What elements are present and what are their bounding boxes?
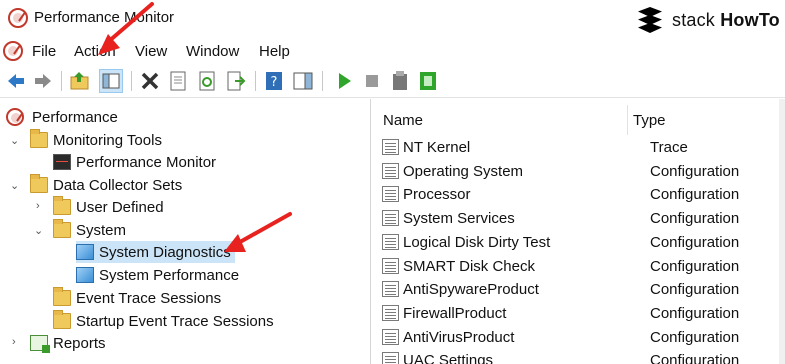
monitor-icon bbox=[53, 154, 71, 170]
tree-item-label: Startup Event Trace Sessions bbox=[76, 312, 274, 330]
list-item[interactable]: NT Kernel Trace bbox=[382, 136, 782, 158]
stop-icon[interactable] bbox=[360, 69, 384, 93]
brand-suffix: HowTo bbox=[720, 9, 780, 30]
tree-item-startup-event-trace-sessions[interactable]: Startup Event Trace Sessions bbox=[53, 310, 274, 332]
tree-item-label: User Defined bbox=[76, 198, 164, 216]
system-folder-icon bbox=[53, 219, 71, 238]
trace-provider-icon bbox=[382, 139, 399, 155]
tree-item-label: Event Trace Sessions bbox=[76, 289, 222, 307]
tree-item-label: Performance bbox=[32, 108, 118, 126]
tree-item-label: System bbox=[76, 221, 127, 239]
back-icon[interactable] bbox=[4, 69, 28, 93]
folder-icon bbox=[30, 129, 48, 148]
trace-folder-icon bbox=[53, 287, 71, 306]
list-item[interactable]: FirewallProduct Configuration bbox=[382, 302, 782, 324]
stackhowto-watermark: stack HowTo bbox=[636, 7, 780, 33]
properties-icon[interactable] bbox=[166, 69, 190, 93]
configuration-icon bbox=[382, 210, 399, 226]
refresh-icon[interactable] bbox=[195, 69, 219, 93]
tree-item-performance[interactable]: Performance bbox=[6, 106, 118, 128]
folder-up-icon[interactable] bbox=[68, 69, 92, 93]
list-item[interactable]: Logical Disk Dirty Test Configuration bbox=[382, 231, 782, 253]
delete-icon[interactable] bbox=[138, 69, 162, 93]
performance-monitor-app-icon[interactable] bbox=[8, 8, 28, 28]
brand-prefix: stack bbox=[672, 9, 716, 30]
configuration-icon bbox=[382, 258, 399, 274]
column-header-type[interactable]: Type bbox=[633, 112, 666, 129]
new-data-collector-icon[interactable] bbox=[416, 69, 440, 93]
tree-item-event-trace-sessions[interactable]: Event Trace Sessions bbox=[53, 287, 221, 309]
tree-item-label: System Diagnostics bbox=[99, 243, 231, 261]
start-icon[interactable] bbox=[332, 69, 356, 93]
annotation-arrow-icon bbox=[98, 2, 154, 55]
latest-report-icon[interactable] bbox=[388, 69, 412, 93]
trace-folder-icon bbox=[53, 310, 71, 329]
chevron-right-icon[interactable]: › bbox=[36, 200, 40, 212]
list-item[interactable]: AntiVirusProduct Configuration bbox=[382, 326, 782, 348]
column-divider[interactable] bbox=[627, 105, 628, 135]
tree-item-system[interactable]: System bbox=[53, 219, 126, 241]
export-icon[interactable] bbox=[223, 69, 247, 93]
data-collector-icon bbox=[76, 244, 94, 260]
tree-item-label: Monitoring Tools bbox=[53, 131, 162, 149]
configuration-icon bbox=[382, 186, 399, 202]
list-item[interactable]: Processor Configuration bbox=[382, 183, 782, 205]
configuration-icon bbox=[382, 352, 399, 364]
chevron-down-icon[interactable]: ⌄ bbox=[10, 134, 19, 147]
list-item[interactable]: SMART Disk Check Configuration bbox=[382, 255, 782, 277]
reports-icon bbox=[30, 335, 50, 353]
svg-text:?: ? bbox=[271, 75, 278, 90]
tree-item-label: System Performance bbox=[99, 266, 240, 284]
tree-item-system-performance[interactable]: System Performance bbox=[76, 264, 239, 286]
menu-file[interactable]: File bbox=[32, 43, 56, 60]
configuration-icon bbox=[382, 329, 399, 345]
system-menu-icon[interactable] bbox=[3, 41, 23, 61]
tree-item-reports[interactable]: Reports bbox=[30, 332, 106, 354]
configuration-icon bbox=[382, 234, 399, 250]
configuration-icon bbox=[382, 281, 399, 297]
chevron-down-icon[interactable]: ⌄ bbox=[34, 224, 43, 237]
tree-item-label: Performance Monitor bbox=[76, 153, 217, 171]
chevron-right-icon[interactable]: › bbox=[12, 336, 16, 348]
list-item[interactable]: UAC Settings Configuration bbox=[382, 349, 782, 364]
menu-help[interactable]: Help bbox=[259, 43, 290, 60]
show-hide-action-pane-icon[interactable] bbox=[291, 69, 315, 93]
tree-item-user-defined[interactable]: User Defined bbox=[53, 196, 164, 218]
tree-item-label: Data Collector Sets bbox=[53, 176, 183, 194]
configuration-icon bbox=[382, 163, 399, 179]
tree-item-monitoring-tools[interactable]: Monitoring Tools bbox=[30, 129, 162, 151]
stack-logo-icon bbox=[636, 7, 666, 33]
list-item[interactable]: System Services Configuration bbox=[382, 207, 782, 229]
tree-item-label: Reports bbox=[53, 334, 106, 352]
show-hide-tree-icon[interactable] bbox=[99, 69, 123, 93]
chevron-down-icon[interactable]: ⌄ bbox=[10, 179, 19, 192]
menu-window[interactable]: Window bbox=[186, 43, 239, 60]
tree-item-performance-monitor[interactable]: Performance Monitor bbox=[53, 151, 216, 173]
folder-icon bbox=[30, 174, 48, 193]
list-item[interactable]: AntiSpywareProduct Configuration bbox=[382, 278, 782, 300]
column-header-name[interactable]: Name bbox=[383, 112, 423, 129]
forward-icon[interactable] bbox=[31, 69, 55, 93]
list-item[interactable]: Operating System Configuration bbox=[382, 160, 782, 182]
help-icon[interactable]: ? bbox=[262, 69, 286, 93]
performance-icon bbox=[6, 108, 24, 126]
tree-item-system-diagnostics[interactable]: System Diagnostics bbox=[76, 241, 235, 263]
annotation-arrow-icon bbox=[224, 212, 292, 252]
user-folder-icon bbox=[53, 196, 71, 215]
data-collector-icon bbox=[76, 267, 94, 283]
configuration-icon bbox=[382, 305, 399, 321]
toolbar: ? bbox=[0, 66, 785, 98]
tree-item-data-collector-sets[interactable]: Data Collector Sets bbox=[30, 174, 182, 196]
